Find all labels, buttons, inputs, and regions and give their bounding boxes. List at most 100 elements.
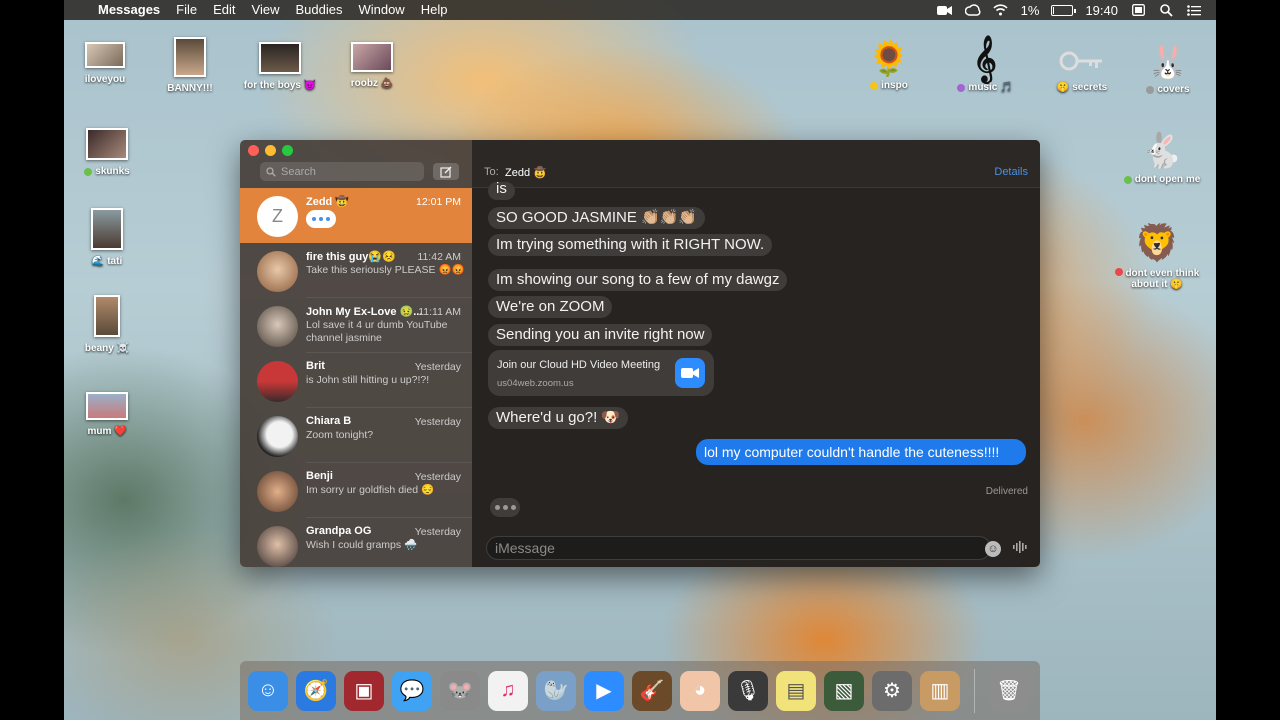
conversation-fire-this-guy[interactable]: fire this guy😭😣 11:42 AM Take this serio…	[240, 243, 472, 298]
search-icon	[266, 166, 276, 177]
link-title: Join our Cloud HD Video Meeting	[497, 359, 661, 371]
dock-itunes-icon[interactable]: ♫	[488, 670, 528, 711]
menu-edit[interactable]: Edit	[205, 0, 243, 20]
conversation-name: Chiara B	[306, 415, 352, 427]
conversation-brit[interactable]: Brit Yesterday is John still hitting u u…	[240, 353, 472, 408]
menu-window[interactable]: Window	[350, 0, 412, 20]
desktop: Messages File Edit View Buddies Window H…	[64, 0, 1216, 720]
wifi-icon[interactable]	[993, 3, 1009, 17]
dock-preview-icon[interactable]: ▧	[824, 670, 864, 711]
dock-garageband-icon[interactable]: 🎸	[632, 670, 672, 711]
dock-separator	[974, 668, 975, 713]
message-bubble[interactable]: Sending you an invite right now	[488, 324, 713, 346]
avatar	[257, 306, 298, 347]
conversation-grandpa[interactable]: Grandpa OG Yesterday Wish I could gramps…	[240, 518, 472, 567]
desktop-icon-skunks[interactable]: skunks	[64, 128, 162, 179]
desktop-icon-label: dont even think about it 🤫	[1125, 268, 1200, 290]
message-bubble[interactable]: Where'd u go?! 🐶	[488, 407, 629, 429]
compose-button[interactable]	[433, 163, 459, 180]
screen-icon[interactable]	[1130, 3, 1146, 17]
conversation-chiara[interactable]: Chiara B Yesterday Zoom tonight?	[240, 408, 472, 463]
minimize-window-button[interactable]	[265, 145, 276, 156]
compose-icon	[440, 166, 452, 178]
sent-message-bubble[interactable]: lol my computer couldn't handle the cute…	[696, 439, 1026, 465]
battery-level	[1053, 6, 1055, 14]
bunny-icon: 🐰	[1146, 43, 1190, 81]
emoji-picker-icon[interactable]: ☺	[985, 541, 1001, 557]
message-bubble[interactable]: Im trying something with it RIGHT NOW.	[488, 234, 773, 256]
window-controls	[248, 145, 293, 156]
message-bubble[interactable]: Im showing our song to a few of my dawgz	[488, 269, 788, 291]
notification-center-icon[interactable]	[1186, 3, 1202, 17]
dock-trash-icon[interactable]: 🗑	[989, 670, 1029, 711]
menu-buddies[interactable]: Buddies	[287, 0, 350, 20]
recipient-name[interactable]: Zedd 🤠	[505, 166, 547, 179]
desktop-icon-inspo[interactable]: 🌻 inspo	[834, 38, 944, 93]
desktop-icon-dont-open-me[interactable]: 🐇 dont open me	[1107, 128, 1216, 187]
close-window-button[interactable]	[248, 145, 259, 156]
avatar	[257, 416, 298, 457]
menu-app-name[interactable]: Messages	[90, 0, 168, 20]
dock-contacts-icon[interactable]: ▥	[920, 670, 960, 711]
photo-thumbnail	[91, 208, 123, 250]
conversation-john[interactable]: John My Ex-Love 🤢... 11:11 AM Lol save i…	[240, 298, 472, 353]
conversation-preview: Wish I could gramps 🌧️	[306, 539, 418, 551]
details-button[interactable]: Details	[994, 166, 1028, 178]
conversation-benji[interactable]: Benji Yesterday Im sorry ur goldfish die…	[240, 463, 472, 518]
photo-thumbnail	[86, 128, 128, 160]
purple-tag-icon	[957, 83, 966, 92]
dock-messages-icon[interactable]: 💬	[392, 670, 432, 711]
menu-help[interactable]: Help	[413, 0, 456, 20]
desktop-icon-label: beany ☠️	[84, 343, 130, 354]
dock-voice-memos-icon[interactable]: 🎙	[728, 670, 768, 711]
dock-stickies-icon[interactable]: ▤	[776, 670, 816, 711]
conversation-sidebar: Search Z Zedd 🤠 12:01 PM fire this guy😭😣…	[240, 140, 472, 567]
desktop-icon-mum[interactable]: mum ❤️	[64, 392, 162, 437]
sunflower-icon: 🌻	[867, 40, 911, 78]
imessage-input[interactable]: iMessage	[486, 536, 991, 560]
desktop-icon-music[interactable]: 𝄞 music 🎵	[930, 36, 1040, 95]
lion-icon: 🦁	[1134, 222, 1180, 263]
conversation-time: 12:01 PM	[416, 196, 461, 208]
message-bubble[interactable]: is	[488, 181, 515, 200]
conversation-preview: Take this seriously PLEASE 😡😡	[306, 264, 465, 276]
dock-face-app-icon[interactable]: ◕	[680, 670, 720, 711]
conversation-zedd[interactable]: Z Zedd 🤠 12:01 PM	[240, 188, 472, 243]
desktop-icon-beany[interactable]: beany ☠️	[64, 295, 162, 354]
yellow-tag-icon	[870, 81, 879, 90]
to-label: To:	[484, 166, 499, 178]
battery-icon[interactable]	[1051, 4, 1077, 16]
photo-thumbnail	[259, 42, 301, 74]
zoom-link-preview[interactable]: Join our Cloud HD Video Meeting us04web.…	[488, 350, 714, 396]
facetime-icon[interactable]	[937, 3, 953, 17]
dock-finder-icon[interactable]: ☺	[248, 670, 288, 711]
clock[interactable]: 19:40	[1085, 3, 1118, 18]
menu-view[interactable]: View	[244, 0, 288, 20]
spotlight-search-icon[interactable]	[1158, 3, 1174, 17]
menu-file[interactable]: File	[168, 0, 205, 20]
message-bubble[interactable]: SO GOOD JASMINE 👏🏼👏🏼👏🏼	[488, 207, 706, 229]
desktop-icon-roobz[interactable]: roobz 💩	[317, 42, 427, 89]
desktop-icon-covers[interactable]: 🐰 covers	[1113, 40, 1216, 97]
desktop-icon-dont-even-think[interactable]: 🦁 dont even think about it 🤫	[1100, 218, 1214, 290]
dock-seal-app-icon[interactable]: 🦭	[536, 670, 576, 711]
message-bubble[interactable]: We're on ZOOM	[488, 296, 613, 318]
zoom-window-button[interactable]	[282, 145, 293, 156]
conversation-time: Yesterday	[414, 416, 461, 428]
desktop-icon-label: for the boys 😈	[243, 80, 317, 91]
desktop-icon-tati[interactable]: 🌊 tati	[64, 208, 162, 267]
dock-photo-booth-icon[interactable]: ▣	[344, 670, 384, 711]
dock-zoom-icon[interactable]: ▶	[584, 670, 624, 711]
desktop-icon-label: iloveyou	[84, 74, 126, 85]
dock-mouse-app-icon[interactable]: 🐭	[440, 670, 480, 711]
gray-tag-icon	[1146, 85, 1155, 94]
green-tag-icon	[84, 167, 93, 176]
dock-safari-icon[interactable]: 🧭	[296, 670, 336, 711]
desktop-icon-label: roobz 💩	[350, 78, 394, 89]
creative-cloud-icon[interactable]	[964, 3, 981, 17]
search-input[interactable]: Search	[260, 162, 424, 181]
audio-message-icon[interactable]	[1013, 541, 1027, 556]
dock-system-preferences-icon[interactable]: ⚙	[872, 670, 912, 711]
conversation-time: 11:11 AM	[418, 306, 461, 318]
delivered-status: Delivered	[985, 486, 1028, 497]
